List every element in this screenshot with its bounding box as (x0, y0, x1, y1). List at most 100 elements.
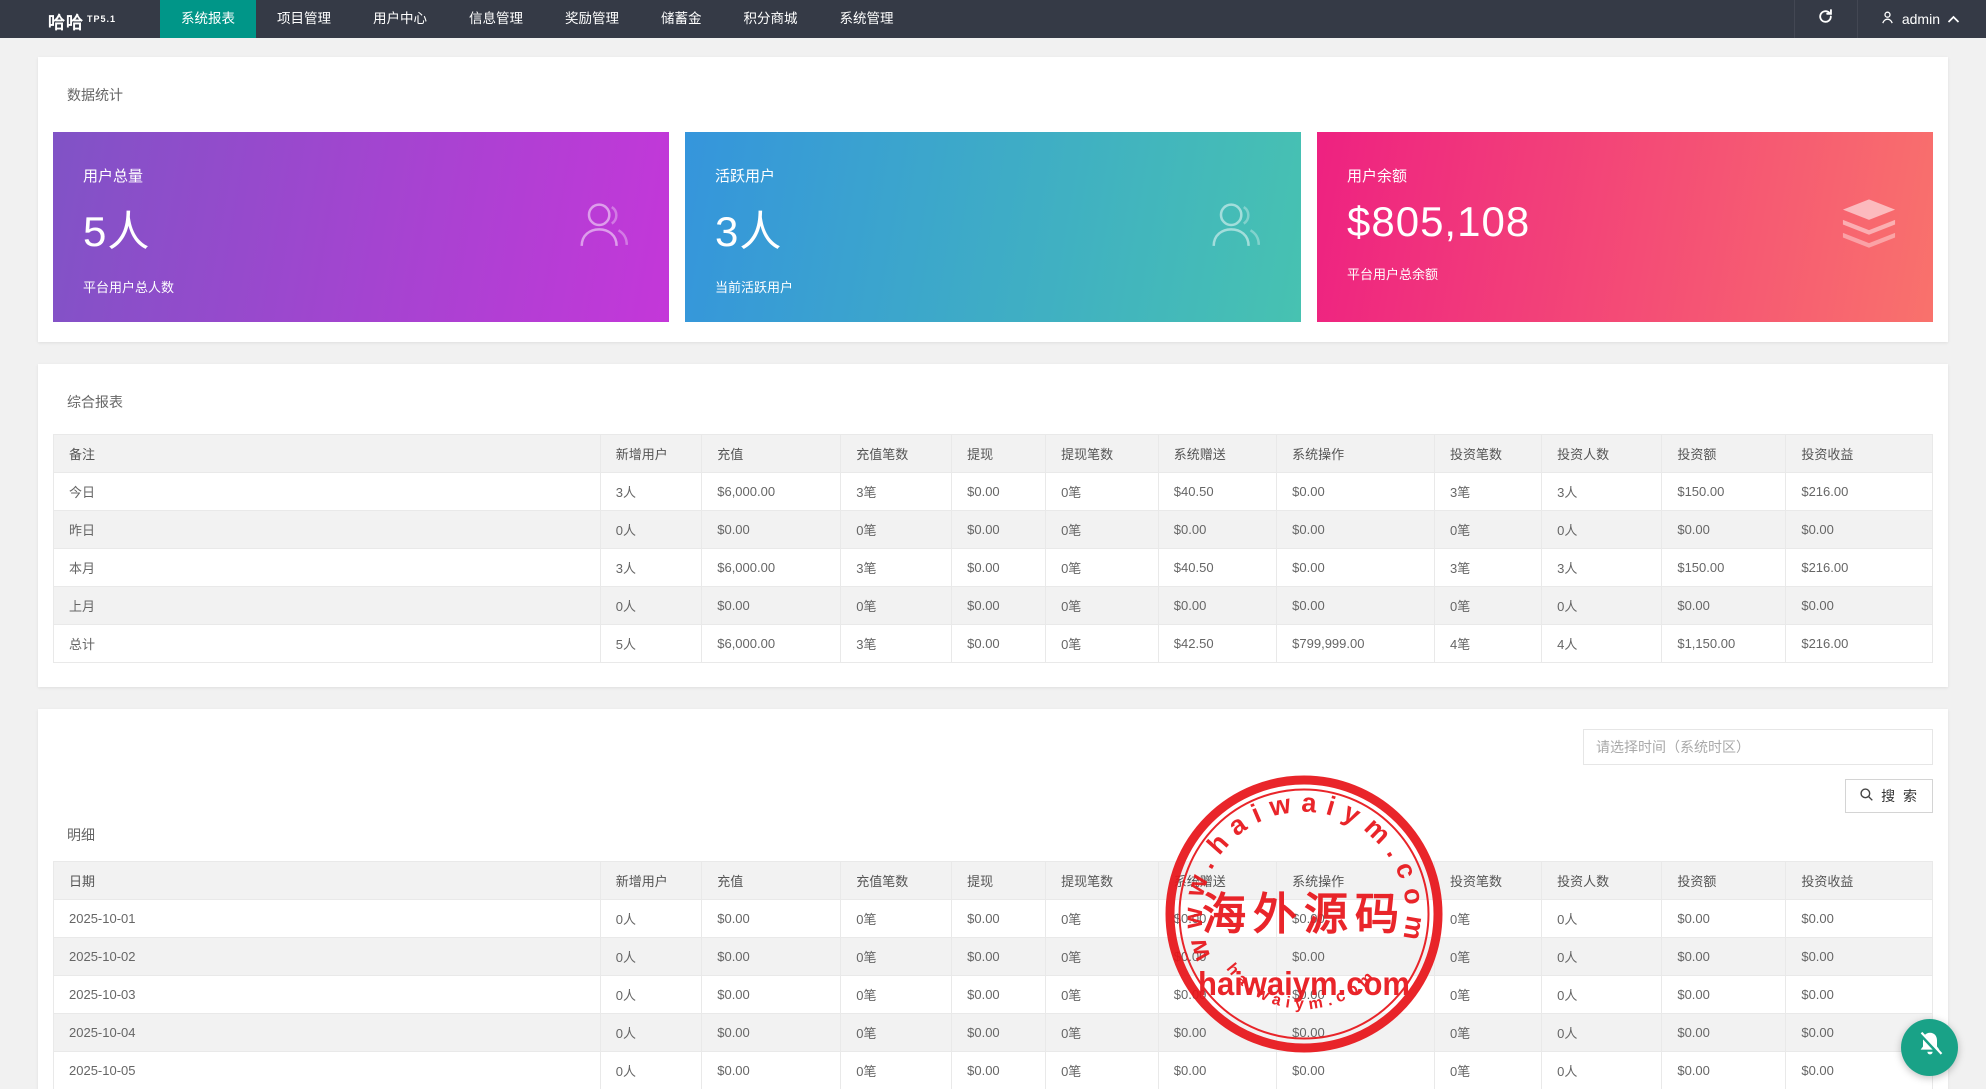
table-cell: 0人 (600, 938, 701, 976)
stat-value: 3人 (715, 198, 1271, 259)
table-cell: 上月 (54, 587, 601, 625)
column-header: 投资收益 (1786, 862, 1933, 900)
table-cell: 本月 (54, 549, 601, 587)
stat-box-user-balance: 用户余额 $805,108 平台用户总余额 (1317, 132, 1933, 322)
table-cell: $0.00 (952, 900, 1046, 938)
table-cell: $0.00 (952, 587, 1046, 625)
table-cell: 0笔 (841, 938, 952, 976)
column-header: 系统赠送 (1158, 862, 1276, 900)
column-header: 备注 (54, 435, 601, 473)
table-cell: $0.00 (1662, 900, 1786, 938)
table-cell: $0.00 (702, 511, 841, 549)
stats-section-title: 数据统计 (53, 85, 1933, 105)
stat-title: 用户总量 (83, 165, 639, 186)
stat-value: $805,108 (1347, 198, 1903, 246)
column-header: 投资额 (1662, 862, 1786, 900)
nav-items: 系统报表项目管理用户中心信息管理奖励管理储蓄金积分商城系统管理 (160, 0, 915, 38)
table-cell: $6,000.00 (702, 549, 841, 587)
table-cell: $0.00 (1662, 976, 1786, 1014)
table-cell: $0.00 (1277, 900, 1435, 938)
table-cell: 0人 (1542, 938, 1662, 976)
user-menu[interactable]: admin (1858, 0, 1986, 38)
refresh-button[interactable] (1794, 0, 1858, 38)
table-cell: $0.00 (1158, 587, 1276, 625)
table-cell: 4笔 (1435, 625, 1542, 663)
app-logo: 哈哈TP5.1 (0, 0, 160, 38)
table-cell: 0人 (600, 900, 701, 938)
table-cell: 0笔 (841, 1014, 952, 1052)
table-cell: $0.00 (1277, 587, 1435, 625)
nav-item[interactable]: 系统报表 (160, 0, 256, 38)
table-cell: $0.00 (1277, 1014, 1435, 1052)
table-cell: $0.00 (1277, 976, 1435, 1014)
table-cell: 3笔 (1435, 473, 1542, 511)
detail-section-title: 明细 (53, 825, 1933, 845)
table-cell: 0人 (1542, 1052, 1662, 1089)
table-cell: 0笔 (1435, 1052, 1542, 1089)
table-cell: $0.00 (1277, 938, 1435, 976)
time-range-input[interactable] (1583, 729, 1933, 765)
table-cell: 3笔 (841, 549, 952, 587)
table-cell: $0.00 (1158, 938, 1276, 976)
table-cell: $0.00 (1277, 549, 1435, 587)
report-card: 综合报表 备注新增用户充值充值笔数提现提现笔数系统赠送系统操作投资笔数投资人数投… (38, 364, 1948, 687)
table-cell: 0笔 (1046, 900, 1159, 938)
table-cell: $0.00 (1158, 511, 1276, 549)
table-cell: 3人 (1542, 549, 1662, 587)
stat-box-active-users: 活跃用户 3人 当前活跃用户 (685, 132, 1301, 322)
stat-subtitle: 平台用户总人数 (83, 277, 639, 296)
table-cell: $0.00 (1662, 938, 1786, 976)
table-cell: $0.00 (1786, 976, 1933, 1014)
stats-card: 数据统计 用户总量 5人 平台用户总人数 活跃用户 3人 当前活跃用户 (38, 57, 1948, 342)
detail-table: 日期新增用户充值充值笔数提现提现笔数系统赠送系统操作投资笔数投资人数投资额投资收… (53, 861, 1933, 1089)
report-table: 备注新增用户充值充值笔数提现提现笔数系统赠送系统操作投资笔数投资人数投资额投资收… (53, 434, 1933, 663)
table-cell: 0笔 (1435, 938, 1542, 976)
table-cell: $0.00 (702, 900, 841, 938)
layers-icon (1839, 198, 1899, 257)
nav-item[interactable]: 信息管理 (448, 0, 544, 38)
notification-toggle-button[interactable] (1901, 1019, 1958, 1076)
column-header: 充值笔数 (841, 862, 952, 900)
nav-item[interactable]: 积分商城 (723, 0, 819, 38)
nav-item[interactable]: 用户中心 (352, 0, 448, 38)
table-row: 2025-10-020人$0.000笔$0.000笔$0.00$0.000笔0人… (54, 938, 1933, 976)
table-cell: $0.00 (1786, 511, 1933, 549)
column-header: 系统操作 (1277, 862, 1435, 900)
table-cell: 0笔 (841, 900, 952, 938)
table-cell: $0.00 (1158, 1052, 1276, 1089)
table-cell: 0人 (1542, 1014, 1662, 1052)
nav-item[interactable]: 奖励管理 (544, 0, 640, 38)
table-row: 2025-10-010人$0.000笔$0.000笔$0.00$0.000笔0人… (54, 900, 1933, 938)
search-button[interactable]: 搜 索 (1845, 779, 1933, 813)
table-cell: 0人 (600, 1014, 701, 1052)
table-cell: $150.00 (1662, 549, 1786, 587)
table-cell: $0.00 (952, 1014, 1046, 1052)
table-row: 2025-10-040人$0.000笔$0.000笔$0.00$0.000笔0人… (54, 1014, 1933, 1052)
nav-item[interactable]: 系统管理 (819, 0, 915, 38)
stat-box-total-users: 用户总量 5人 平台用户总人数 (53, 132, 669, 322)
nav-item[interactable]: 项目管理 (256, 0, 352, 38)
table-cell: 0笔 (1046, 625, 1159, 663)
nav-item[interactable]: 储蓄金 (640, 0, 723, 38)
table-cell: $0.00 (702, 938, 841, 976)
search-button-label: 搜 索 (1881, 786, 1919, 806)
column-header: 投资笔数 (1435, 862, 1542, 900)
table-cell: $0.00 (952, 1052, 1046, 1089)
table-cell: 0人 (1542, 511, 1662, 549)
table-cell: 0笔 (1435, 1014, 1542, 1052)
table-cell: 2025-10-03 (54, 976, 601, 1014)
table-cell: 0笔 (841, 1052, 952, 1089)
table-cell: 0笔 (1046, 938, 1159, 976)
table-cell: $0.00 (952, 473, 1046, 511)
table-cell: $0.00 (1786, 938, 1933, 976)
table-cell: 0笔 (1435, 900, 1542, 938)
column-header: 系统赠送 (1158, 435, 1276, 473)
table-cell: $0.00 (952, 625, 1046, 663)
table-cell: 总计 (54, 625, 601, 663)
column-header: 提现笔数 (1046, 435, 1159, 473)
table-cell: $216.00 (1786, 473, 1933, 511)
table-cell: $150.00 (1662, 473, 1786, 511)
column-header: 投资额 (1662, 435, 1786, 473)
table-cell: 0笔 (841, 587, 952, 625)
person-icon (1880, 10, 1895, 28)
